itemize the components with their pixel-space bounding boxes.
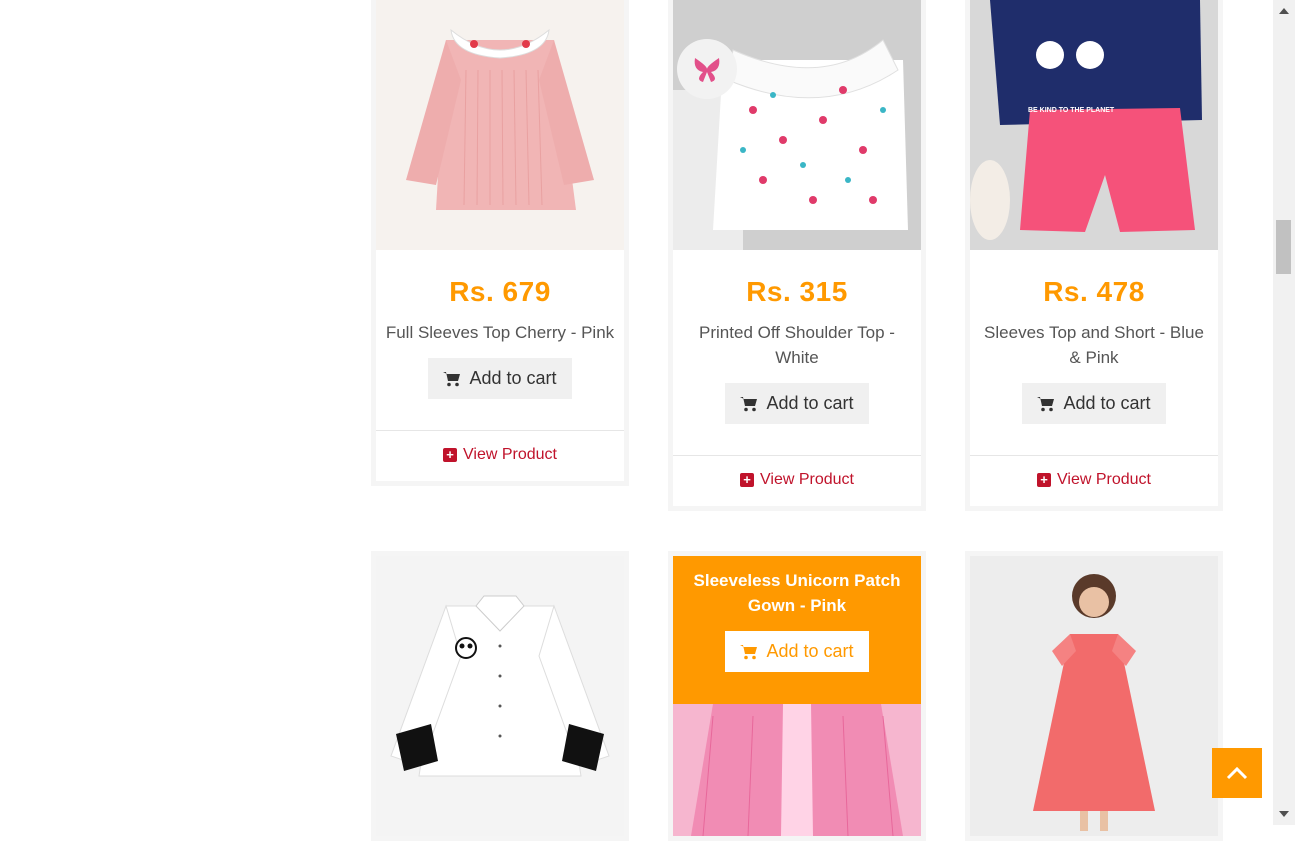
tee-slogan: BE KIND TO THE PLANET [1028,107,1115,114]
cart-icon [740,396,758,411]
product-card: Rs. 679 Full Sleeves Top Cherry - Pink A… [371,0,629,486]
add-to-cart-button[interactable]: Add to cart [428,358,572,399]
product-price: Rs. 679 [449,276,551,307]
scroll-up-arrow-icon[interactable] [1279,8,1289,14]
hover-overlay: Sleeveless Unicorn Patch Gown - Pink Add… [673,556,921,704]
product-price: Rs. 315 [746,276,848,307]
product-card [965,551,1223,841]
product-name[interactable]: Sleeveless Unicorn Patch Gown - Pink [681,568,913,618]
pink-top-illustration [376,0,624,250]
product-image[interactable]: Sleeveless Unicorn Patch Gown - Pink Add… [673,556,921,836]
vertical-scrollbar[interactable] [1273,0,1295,825]
white-shirt-illustration [376,556,624,836]
view-product-link[interactable]: + View Product [970,455,1218,504]
add-to-cart-label: Add to cart [469,368,557,388]
add-to-cart-button[interactable]: Add to cart [1022,383,1166,424]
add-to-cart-label: Add to cart [766,393,854,413]
add-to-cart-label: Add to cart [1063,393,1151,413]
product-name[interactable]: Printed Off Shoulder Top - White [681,320,913,370]
product-image[interactable] [673,0,921,250]
product-card: Sleeveless Unicorn Patch Gown - Pink Add… [668,551,926,841]
top-and-short-illustration: BE KIND TO THE PLANET [970,0,1218,250]
plus-square-icon: + [740,473,754,487]
product-name[interactable]: Sleeves Top and Short - Blue & Pink [978,320,1210,370]
view-product-link[interactable]: + View Product [376,430,624,479]
add-to-cart-button[interactable]: Add to cart [725,631,869,672]
product-image[interactable]: BE KIND TO THE PLANET [970,0,1218,250]
plus-square-icon: + [443,448,457,462]
cart-icon [443,371,461,386]
coral-dress-illustration [970,556,1218,836]
scroll-down-arrow-icon[interactable] [1279,811,1289,817]
cart-icon [1037,396,1055,411]
product-image[interactable] [970,556,1218,836]
add-to-cart-label: Add to cart [766,641,854,661]
scrollbar-thumb[interactable] [1276,220,1291,274]
product-image[interactable] [376,556,624,836]
cart-icon [740,644,758,659]
product-name[interactable]: Full Sleeves Top Cherry - Pink [384,320,616,345]
product-image[interactable] [376,0,624,250]
product-price: Rs. 478 [1043,276,1145,307]
view-product-label: View Product [1057,471,1151,488]
view-product-link[interactable]: + View Product [673,455,921,504]
scroll-to-top-button[interactable] [1212,748,1262,798]
chevron-up-icon [1226,766,1248,780]
view-product-label: View Product [463,446,557,463]
add-to-cart-button[interactable]: Add to cart [725,383,869,424]
product-card: Rs. 315 Printed Off Shoulder Top - White… [668,0,926,511]
view-product-label: View Product [760,471,854,488]
product-card: BE KIND TO THE PLANET Rs. 478 Sleeves To… [965,0,1223,511]
plus-square-icon: + [1037,473,1051,487]
product-card [371,551,629,841]
off-shoulder-top-illustration [673,0,921,250]
